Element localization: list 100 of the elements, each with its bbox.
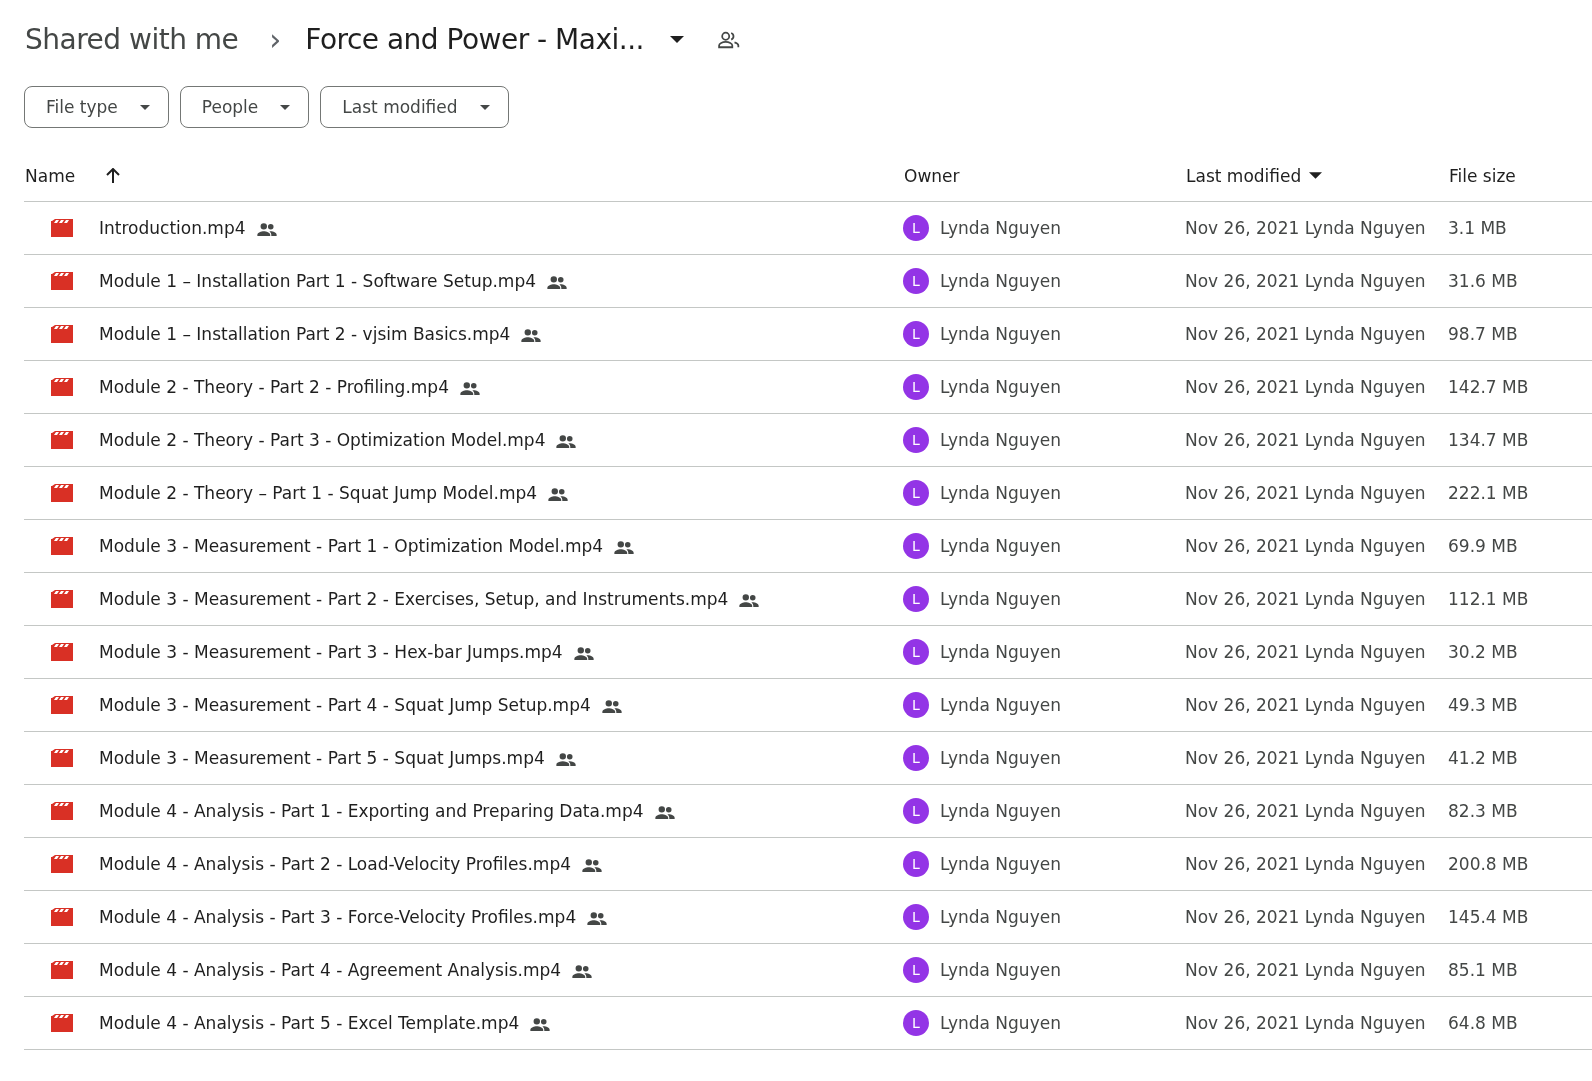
caret-icon — [479, 104, 490, 110]
file-name[interactable]: Module 2 - Theory - Part 3 - Optimization Model.mp4 — [99, 430, 546, 450]
file-name[interactable]: Module 3 - Measurement - Part 5 - Squat Jumps.mp4 — [99, 748, 545, 768]
owner-name: Lynda Nguyen — [940, 483, 1061, 503]
video-file-icon — [51, 537, 73, 555]
owner-name: Lynda Nguyen — [940, 430, 1061, 450]
video-file-icon — [51, 219, 73, 237]
file-size: 49.3 MB — [1448, 695, 1518, 715]
avatar-circle: L — [903, 215, 929, 241]
file-size: 30.2 MB — [1448, 642, 1518, 662]
avatar-circle: L — [903, 798, 929, 824]
file-name[interactable]: Module 3 - Measurement - Part 1 - Optimization Model.mp4 — [99, 536, 604, 556]
owner-name: Lynda Nguyen — [940, 854, 1061, 874]
file-size: 41.2 MB — [1448, 748, 1518, 768]
modified-date: Nov 26, 2021 Lynda Nguyen — [1185, 748, 1426, 768]
owner-name: Lynda Nguyen — [940, 377, 1061, 397]
owner-name: Lynda Nguyen — [940, 801, 1061, 821]
file-size: 98.7 MB — [1448, 324, 1518, 344]
file-name[interactable]: Module 4 - Analysis - Part 5 - Excel Template.mp4 — [99, 1013, 520, 1033]
filter-dropdown[interactable]: People — [179, 86, 310, 128]
caret-icon — [280, 104, 291, 110]
file-name[interactable]: Module 4 - Analysis - Part 3 - Force-Velocity Profiles.mp4 — [99, 907, 577, 927]
avatar-circle: L — [903, 533, 929, 559]
owner-name: Lynda Nguyen — [940, 589, 1061, 609]
modified-date: Nov 26, 2021 Lynda Nguyen — [1185, 324, 1426, 344]
file-name[interactable]: Module 2 - Theory - Part 2 - Profiling.mp4 — [99, 377, 449, 397]
owner-name: Lynda Nguyen — [940, 271, 1061, 291]
file-size: 142.7 MB — [1448, 377, 1529, 397]
column-header[interactable]: Owner — [904, 165, 960, 186]
modified-date: Nov 26, 2021 Lynda Nguyen — [1185, 907, 1426, 927]
folder-title[interactable]: Force and Power - Maxi... — [305, 22, 644, 56]
sort-caret-icon[interactable] — [1309, 172, 1323, 179]
file-name[interactable]: Module 3 - Measurement - Part 2 - Exercises, Setup, and Instruments.mp4 — [99, 589, 729, 609]
file-size: 31.6 MB — [1448, 271, 1518, 291]
modified-date: Nov 26, 2021 Lynda Nguyen — [1185, 483, 1426, 503]
video-file-icon — [51, 272, 73, 290]
video-file-icon — [51, 961, 73, 979]
avatar-circle: L — [903, 692, 929, 718]
file-name[interactable]: Introduction.mp4 — [99, 218, 246, 238]
column-header[interactable]: Last modified — [1186, 165, 1302, 186]
file-size: 69.9 MB — [1448, 536, 1518, 556]
filter-dropdown[interactable]: Last modified — [320, 86, 509, 128]
video-file-icon — [51, 431, 73, 449]
modified-date: Nov 26, 2021 Lynda Nguyen — [1185, 377, 1426, 397]
file-size: 85.1 MB — [1448, 960, 1518, 980]
file-name[interactable]: Module 4 - Analysis - Part 2 - Load-Velocity Profiles.mp4 — [99, 854, 571, 874]
video-file-icon — [51, 802, 73, 820]
avatar-circle: L — [903, 427, 929, 453]
video-file-icon — [51, 1014, 73, 1032]
file-name[interactable]: Module 3 - Measurement - Part 3 - Hex-bar Jumps.mp4 — [99, 642, 563, 662]
dropdown-caret-icon[interactable] — [669, 35, 684, 43]
file-size: 134.7 MB — [1448, 430, 1529, 450]
owner-name: Lynda Nguyen — [940, 324, 1061, 344]
modified-date: Nov 26, 2021 Lynda Nguyen — [1185, 854, 1426, 874]
caret-icon — [139, 104, 150, 110]
avatar-circle: L — [903, 851, 929, 877]
avatar-circle: L — [903, 639, 929, 665]
modified-date: Nov 26, 2021 Lynda Nguyen — [1185, 642, 1426, 662]
sort-up-arrow-icon[interactable] — [105, 167, 122, 184]
file-size: 112.1 MB — [1448, 589, 1529, 609]
video-file-icon — [51, 484, 73, 502]
file-name[interactable]: Module 2 - Theory – Part 1 - Squat Jump Model.mp4 — [99, 483, 538, 503]
file-size: 222.1 MB — [1448, 483, 1529, 503]
avatar-circle: L — [903, 374, 929, 400]
shared-people-icon — [717, 29, 740, 49]
modified-date: Nov 26, 2021 Lynda Nguyen — [1185, 1013, 1426, 1033]
owner-name: Lynda Nguyen — [940, 748, 1061, 768]
avatar-circle: L — [903, 321, 929, 347]
modified-date: Nov 26, 2021 Lynda Nguyen — [1185, 589, 1426, 609]
video-file-icon — [51, 643, 73, 661]
video-file-icon — [51, 749, 73, 767]
owner-name: Lynda Nguyen — [940, 218, 1061, 238]
video-file-icon — [51, 908, 73, 926]
avatar-circle: L — [903, 268, 929, 294]
owner-name: Lynda Nguyen — [940, 695, 1061, 715]
file-size: 64.8 MB — [1448, 1013, 1518, 1033]
video-file-icon — [51, 378, 73, 396]
modified-date: Nov 26, 2021 Lynda Nguyen — [1185, 960, 1426, 980]
avatar-circle: L — [903, 745, 929, 771]
file-name[interactable]: Module 4 - Analysis - Part 1 - Exporting and Preparing Data.mp4 — [99, 801, 644, 821]
modified-date: Nov 26, 2021 Lynda Nguyen — [1185, 536, 1426, 556]
modified-date: Nov 26, 2021 Lynda Nguyen — [1185, 801, 1426, 821]
avatar-circle: L — [903, 586, 929, 612]
owner-name: Lynda Nguyen — [940, 907, 1061, 927]
breadcrumb-link[interactable]: Shared with me — [24, 22, 240, 56]
file-name[interactable]: Module 1 – Installation Part 2 - vjsim Basics.mp4 — [99, 324, 511, 344]
filter-dropdown[interactable]: File type — [24, 86, 169, 128]
avatar-circle: L — [903, 1010, 929, 1036]
owner-name: Lynda Nguyen — [940, 642, 1061, 662]
video-file-icon — [51, 590, 73, 608]
file-name[interactable]: Module 1 – Installation Part 1 - Software Setup.mp4 — [99, 271, 537, 291]
column-header[interactable]: Name — [25, 165, 76, 186]
column-header[interactable]: File size — [1449, 165, 1516, 186]
modified-date: Nov 26, 2021 Lynda Nguyen — [1185, 271, 1426, 291]
video-file-icon — [51, 855, 73, 873]
file-name[interactable]: Module 3 - Measurement - Part 4 - Squat Jump Setup.mp4 — [99, 695, 591, 715]
file-size: 145.4 MB — [1448, 907, 1529, 927]
owner-name: Lynda Nguyen — [940, 1013, 1061, 1033]
file-name[interactable]: Module 4 - Analysis - Part 4 - Agreement Analysis.mp4 — [99, 960, 562, 980]
owner-name: Lynda Nguyen — [940, 960, 1061, 980]
